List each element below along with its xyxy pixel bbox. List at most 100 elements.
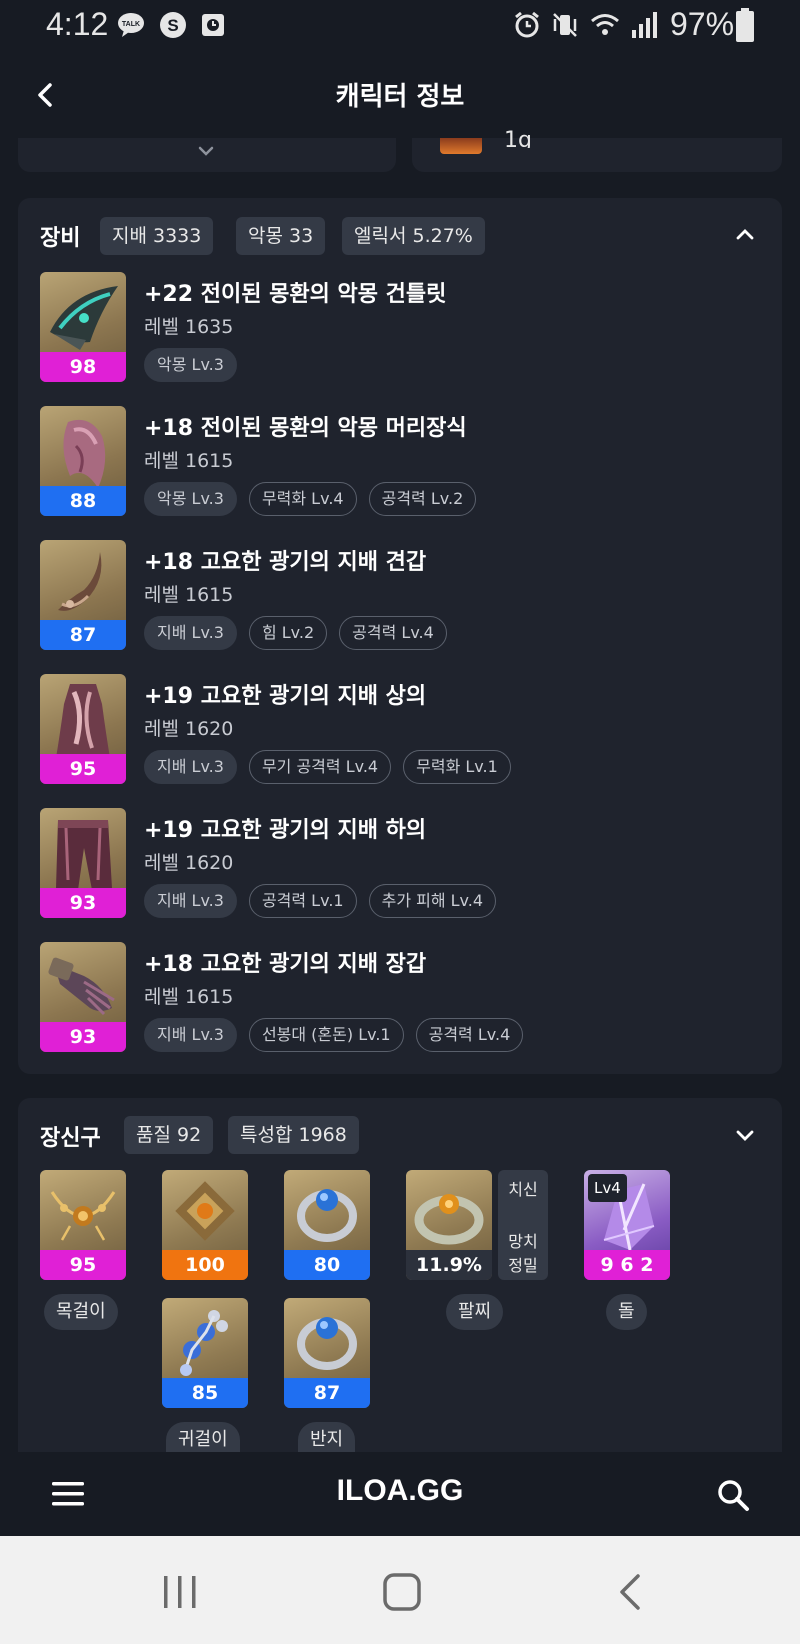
pants-icon: 93 — [40, 808, 126, 918]
set-tag: 지배 Lv.3 — [144, 616, 237, 650]
quality-badge: 87 — [40, 620, 126, 650]
engraving-tag: 공격력 Lv.4 — [339, 616, 447, 650]
headgear-icon: 88 — [40, 406, 126, 516]
alarm-icon — [515, 11, 539, 38]
bracelet-stat: 망치 — [508, 1232, 538, 1251]
recent-apps-button[interactable] — [160, 1572, 200, 1612]
s-icon: S — [160, 12, 186, 38]
set-tag: 악몽 Lv.3 — [144, 348, 237, 382]
bottom-app-bar: ILOA.GG — [0, 1452, 800, 1536]
system-navigation-bar — [0, 1536, 800, 1644]
engraving-tag: 공격력 Lv.2 — [368, 482, 477, 516]
equipment-badge-elixir: 엘릭서 5.27% — [342, 217, 485, 255]
equipment-item[interactable]: 98 +22 전이된 몽환의 악몽 건틀릿 레벨 1635 악몽 Lv.3 — [40, 272, 740, 384]
equipment-badge-dominion: 지배 3333 — [100, 217, 214, 255]
quality-badge: 93 — [40, 1022, 126, 1052]
engraving-tag: 선봉대 (혼돈) Lv.1 — [248, 1018, 404, 1052]
stone-label: 돌 — [606, 1294, 647, 1330]
item-name: +18 고요한 광기의 지배 견갑 — [144, 550, 427, 575]
chevron-down-icon[interactable] — [734, 1128, 756, 1144]
svg-text:TALK: TALK — [122, 21, 140, 28]
app-logo[interactable]: ILOA.GG — [0, 1474, 800, 1508]
chevron-down-icon[interactable] — [196, 144, 216, 160]
engraving-tags: 악몽 Lv.3 무력화 Lv.4 공격력 Lv.2 — [144, 482, 477, 516]
bracelet-stat: 치신 — [508, 1180, 538, 1199]
quality-badge: 88 — [40, 486, 126, 516]
bracelet-value: 11.9% — [406, 1250, 492, 1280]
item-level: 레벨 1615 — [144, 986, 234, 1008]
earring-slot[interactable]: 85 — [162, 1298, 248, 1408]
item-level: 레벨 1620 — [144, 718, 234, 740]
item-name: +19 고요한 광기의 지배 하의 — [144, 818, 427, 843]
screen-icon — [202, 14, 224, 36]
quality-badge: 93 — [40, 888, 126, 918]
battery-icon — [736, 8, 754, 42]
page-title: 캐릭터 정보 — [335, 82, 465, 112]
bracelet-slot[interactable]: 11.9% — [406, 1170, 492, 1280]
engraving-tag: 힘 Lv.2 — [248, 616, 328, 650]
shoulder-icon: 87 — [40, 540, 126, 650]
battery-percent: 97% — [670, 6, 735, 42]
bracelet-stats: 치신 망치 정밀 — [498, 1170, 548, 1280]
engraving-tag: 무력화 Lv.1 — [403, 750, 511, 784]
svg-text:S: S — [167, 16, 178, 35]
set-tag: 지배 Lv.3 — [144, 1018, 237, 1052]
item-name: +19 고요한 광기의 지배 상의 — [144, 684, 427, 709]
vibrate-icon — [553, 13, 577, 37]
engraving-tag: 무력화 Lv.4 — [248, 482, 357, 516]
engraving-tags: 지배 Lv.3 선봉대 (혼돈) Lv.1 공격력 Lv.4 — [144, 1018, 524, 1052]
quality-badge: 98 — [40, 352, 126, 382]
chevron-up-icon[interactable] — [734, 226, 756, 242]
search-icon[interactable] — [716, 1478, 750, 1512]
status-bar: 4:12 TALK S 97% — [0, 0, 800, 52]
accessories-badge-quality: 품질 92 — [124, 1116, 214, 1154]
engraving-tag: 공격력 Lv.1 — [248, 884, 357, 918]
engraving-tags: 악몽 Lv.3 — [144, 348, 237, 382]
set-tag: 지배 Lv.3 — [144, 884, 237, 918]
equipment-item[interactable]: 95 +19 고요한 광기의 지배 상의 레벨 1620 지배 Lv.3 무기 … — [40, 674, 740, 786]
item-level: 레벨 1620 — [144, 852, 234, 874]
earring-slot[interactable]: 100 — [162, 1170, 248, 1280]
necklace-label: 목걸이 — [44, 1294, 118, 1330]
accessories-title: 장신구 — [40, 1126, 101, 1151]
quality-badge: 80 — [284, 1250, 370, 1280]
item-level: 레벨 1615 — [144, 450, 234, 472]
engraving-tags: 지배 Lv.3 무기 공격력 Lv.4 무력화 Lv.1 — [144, 750, 511, 784]
engraving-tag: 무기 공격력 Lv.4 — [248, 750, 392, 784]
equipment-item[interactable]: 93 +19 고요한 광기의 지배 하의 레벨 1620 지배 Lv.3 공격력… — [40, 808, 740, 920]
top-app-bar: 캐릭터 정보 — [0, 52, 800, 138]
previous-item-text: 1g — [504, 128, 532, 148]
engraving-tags: 지배 Lv.3 힘 Lv.2 공격력 Lv.4 — [144, 616, 447, 650]
necklace-slot[interactable]: 95 — [40, 1170, 126, 1280]
equipment-item[interactable]: 87 +18 고요한 광기의 지배 견갑 레벨 1615 지배 Lv.3 힘 L… — [40, 540, 740, 652]
stone-level: Lv4 — [588, 1174, 627, 1202]
kakaotalk-icon: TALK — [118, 13, 144, 37]
stone-slot[interactable]: Lv4 9 6 2 — [584, 1170, 670, 1280]
engraving-tags: 지배 Lv.3 공격력 Lv.1 추가 피해 Lv.4 — [144, 884, 497, 918]
bracelet-stat: 정밀 — [508, 1256, 538, 1275]
equipment-item[interactable]: 88 +18 전이된 몽환의 악몽 머리장식 레벨 1615 악몽 Lv.3 무… — [40, 406, 740, 518]
wifi-icon — [591, 14, 619, 35]
earring-label: 귀걸이 — [166, 1422, 240, 1452]
ring-slot[interactable]: 87 — [284, 1298, 370, 1408]
status-time: 4:12 — [46, 6, 109, 42]
ring-slot[interactable]: 80 — [284, 1170, 370, 1280]
bracelet-label: 팔찌 — [446, 1294, 504, 1330]
item-name: +18 고요한 광기의 지배 장갑 — [144, 952, 427, 977]
quality-badge: 100 — [162, 1250, 248, 1280]
quality-badge: 85 — [162, 1378, 248, 1408]
accessories-badge-stats: 특성합 1968 — [228, 1116, 359, 1154]
equipment-title: 장비 — [40, 226, 81, 251]
home-button[interactable] — [382, 1572, 422, 1612]
engraving-tag: 추가 피해 Lv.4 — [368, 884, 497, 918]
equipment-badge-nightmare: 악몽 33 — [236, 217, 326, 255]
signal-icon — [632, 12, 657, 38]
quality-badge: 87 — [284, 1378, 370, 1408]
quality-badge: 95 — [40, 754, 126, 784]
gauntlet-icon: 98 — [40, 272, 126, 382]
stone-value: 9 6 2 — [584, 1250, 670, 1280]
glove-icon: 93 — [40, 942, 126, 1052]
equipment-item[interactable]: 93 +18 고요한 광기의 지배 장갑 레벨 1615 지배 Lv.3 선봉대… — [40, 942, 740, 1054]
item-level: 레벨 1615 — [144, 584, 234, 606]
back-nav-button[interactable] — [610, 1572, 650, 1612]
